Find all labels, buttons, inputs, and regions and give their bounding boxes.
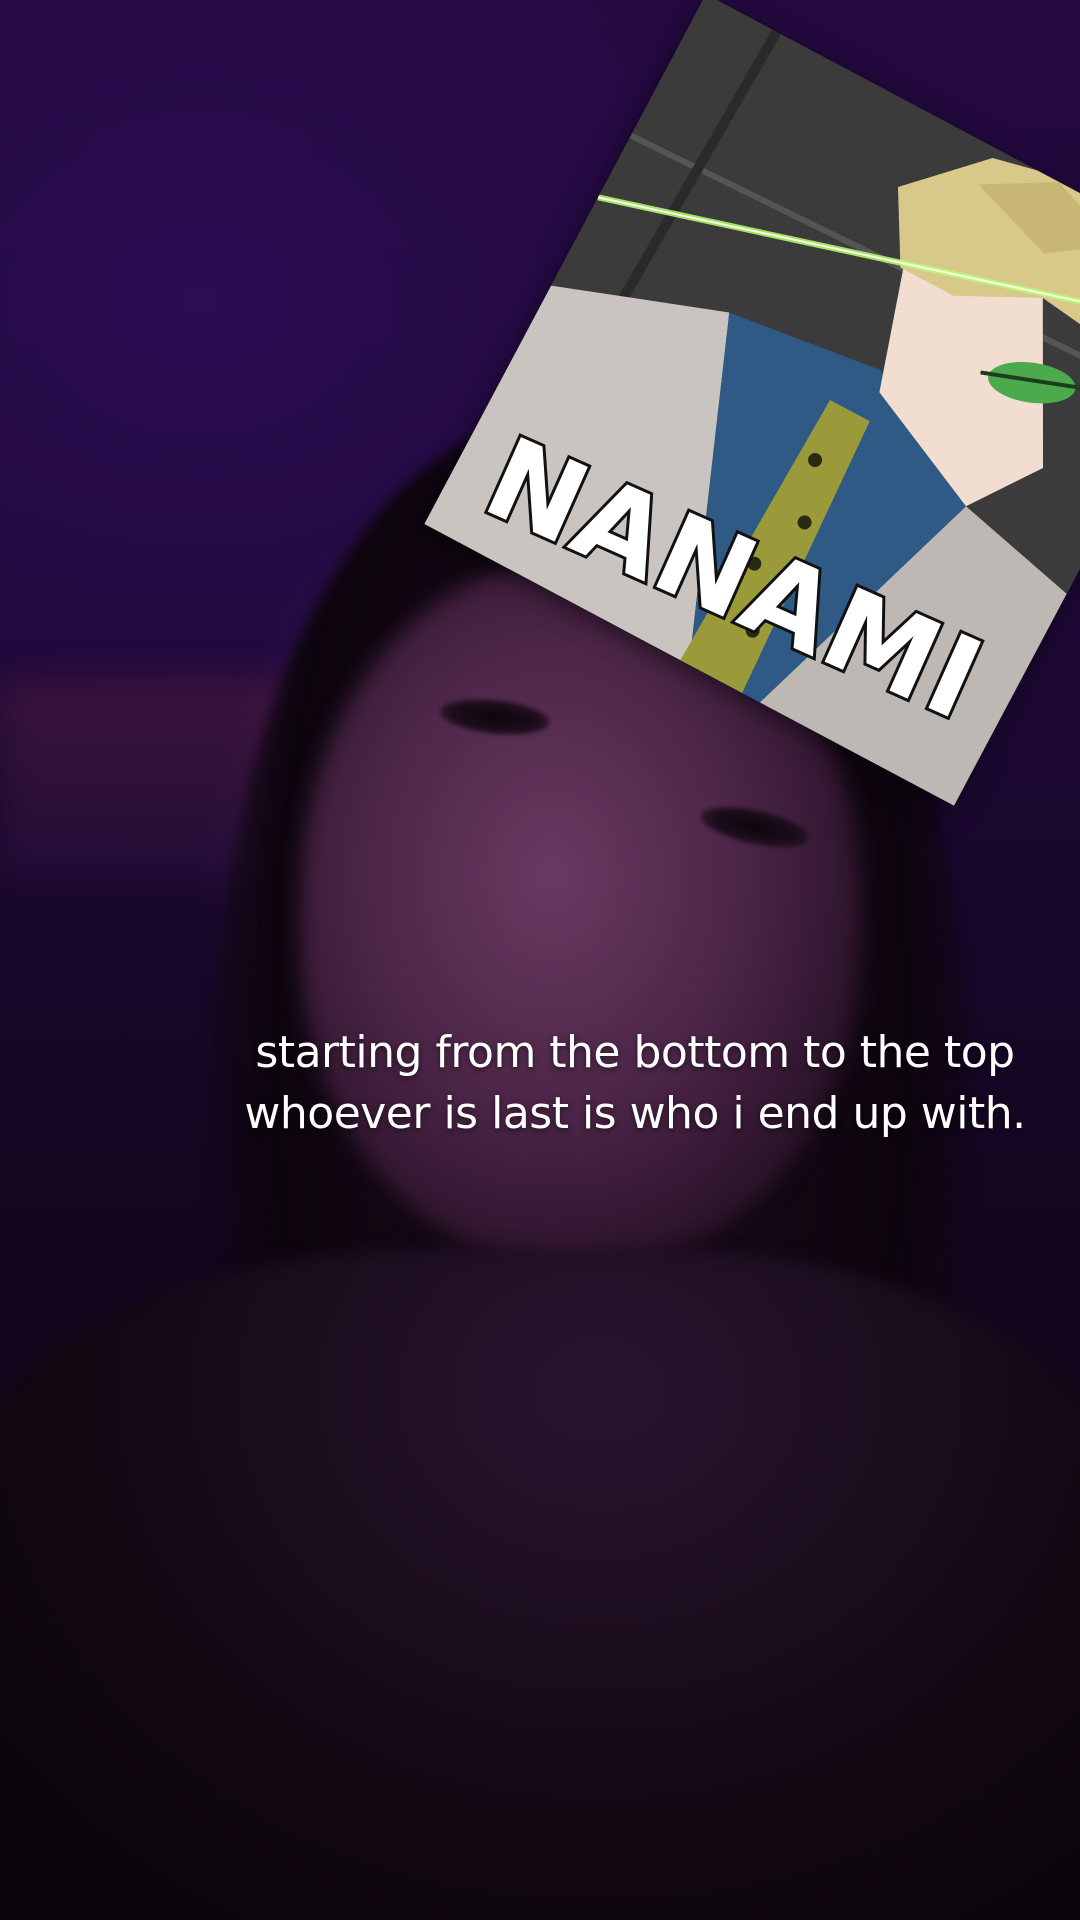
video-caption: starting from the bottom to the top whoe… (244, 1027, 1026, 1139)
video-frame: NANAMI starting from the bottom to the t… (0, 0, 1080, 1920)
person-shoulder (0, 1250, 1080, 1920)
